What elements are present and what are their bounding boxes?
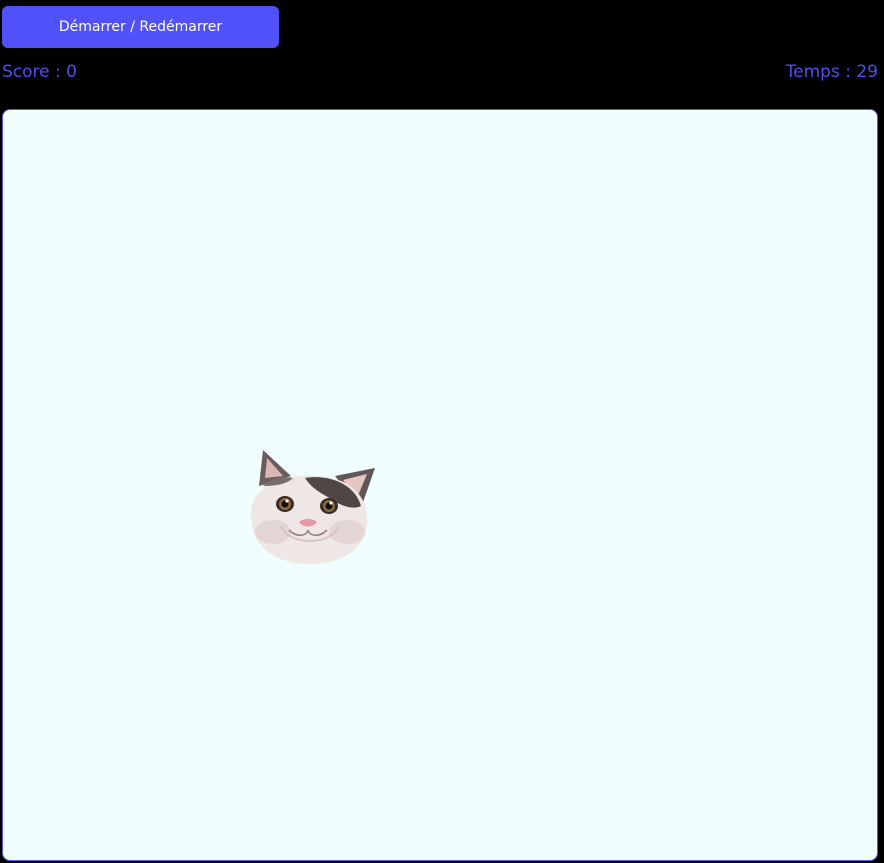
timer-display: Temps : 29: [785, 62, 878, 82]
cat-target-icon[interactable]: [243, 446, 377, 566]
start-restart-button[interactable]: Démarrer / Redémarrer: [2, 6, 279, 48]
game-board[interactable]: [2, 109, 878, 861]
score-display: Score : 0: [2, 62, 77, 82]
